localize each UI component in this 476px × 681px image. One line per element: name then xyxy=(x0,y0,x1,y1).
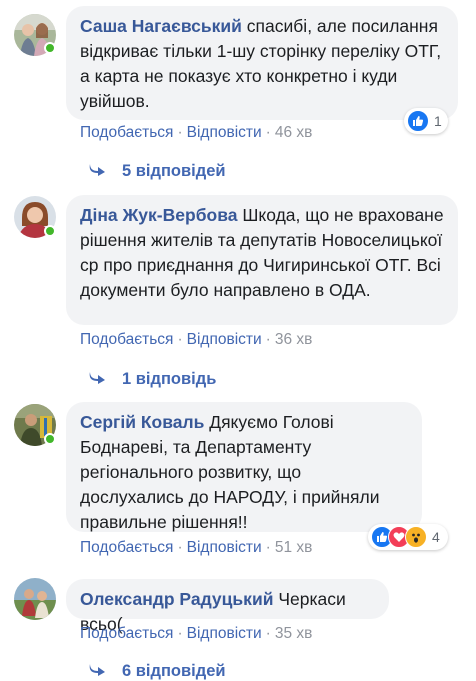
comment-timestamp[interactable]: 36 хв xyxy=(275,331,313,348)
comment-author-link[interactable]: Сергій Коваль xyxy=(80,412,204,432)
like-icon xyxy=(407,110,429,132)
comment-timestamp[interactable]: 35 хв xyxy=(275,625,313,642)
separator: · xyxy=(265,539,271,556)
separator: · xyxy=(177,625,183,642)
like-button[interactable]: Подобається xyxy=(80,625,173,642)
comment-timestamp[interactable]: 51 хв xyxy=(275,539,313,556)
comment-actions: Подобається · Відповісти · 36 хв xyxy=(80,331,312,349)
reactions-summary[interactable]: 1 xyxy=(404,108,448,134)
comment-bubble: Олександр Радуцький Черкаси всьо( xyxy=(66,579,389,634)
reply-button[interactable]: Відповісти xyxy=(187,331,262,348)
reply-button[interactable]: Відповісти xyxy=(187,539,262,556)
wow-icon xyxy=(405,526,427,548)
reaction-count: 4 xyxy=(432,529,440,545)
reply-arrow-icon xyxy=(88,370,110,389)
separator: · xyxy=(177,539,183,556)
comment-bubble: Діна Жук-Вербова Шкода, що не враховане … xyxy=(66,195,458,325)
comment-actions: Подобається · Відповісти · 35 хв xyxy=(80,625,312,643)
view-replies-link[interactable]: 1 відповідь xyxy=(88,370,216,389)
online-status-icon xyxy=(44,433,56,445)
reply-arrow-icon xyxy=(88,662,110,681)
comment-timestamp[interactable]: 46 хв xyxy=(275,124,313,141)
replies-count-label: 5 відповідей xyxy=(122,162,226,180)
reply-button[interactable]: Відповісти xyxy=(187,625,262,642)
reaction-count: 1 xyxy=(434,113,442,129)
comment-author-link[interactable]: Саша Нагаєвський xyxy=(80,16,242,36)
like-button[interactable]: Подобається xyxy=(80,331,173,348)
reply-button[interactable]: Відповісти xyxy=(187,124,262,141)
reactions-summary[interactable]: 4 xyxy=(368,524,448,550)
like-button[interactable]: Подобається xyxy=(80,124,173,141)
view-replies-link[interactable]: 5 відповідей xyxy=(88,162,226,181)
comment-actions: Подобається · Відповісти · 46 хв xyxy=(80,124,312,142)
online-status-icon xyxy=(44,225,56,237)
reply-arrow-icon xyxy=(88,162,110,181)
separator: · xyxy=(177,331,183,348)
comment-author-link[interactable]: Діна Жук-Вербова xyxy=(80,205,237,225)
separator: · xyxy=(265,124,271,141)
separator: · xyxy=(265,625,271,642)
replies-count-label: 6 відповідей xyxy=(122,662,226,680)
online-status-icon xyxy=(44,42,56,54)
comment-author-link[interactable]: Олександр Радуцький xyxy=(80,589,273,609)
comment-bubble: Сергій Коваль Дякуємо Голові Боднареві, … xyxy=(66,402,422,532)
replies-count-label: 1 відповідь xyxy=(122,370,217,388)
comment-bubble: Саша Нагаєвський спасибі, але посилання … xyxy=(66,6,458,120)
view-replies-link[interactable]: 6 відповідей xyxy=(88,662,226,681)
separator: · xyxy=(177,124,183,141)
comment-actions: Подобається · Відповісти · 51 хв xyxy=(80,539,312,557)
avatar[interactable] xyxy=(14,578,56,620)
separator: · xyxy=(265,331,271,348)
like-button[interactable]: Подобається xyxy=(80,539,173,556)
